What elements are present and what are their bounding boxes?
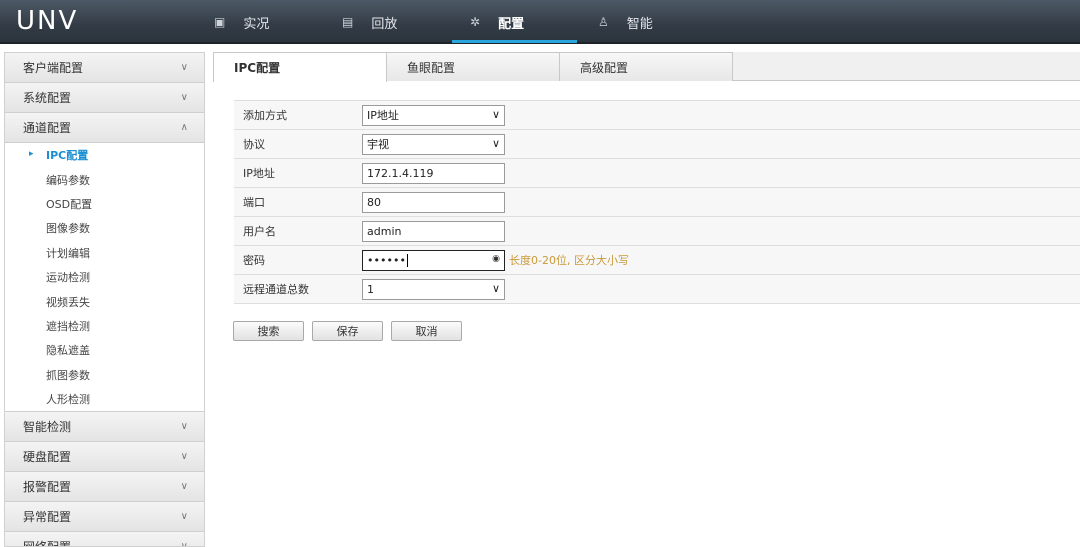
nav-live[interactable]: ▣ 实况 bbox=[214, 0, 269, 44]
sidebar-section-label: 报警配置 bbox=[23, 480, 72, 495]
port-input[interactable]: 80 bbox=[362, 191, 505, 213]
chevron-down-icon: ∨ bbox=[180, 511, 188, 523]
chevron-down-icon: ∨ bbox=[180, 421, 188, 433]
chevron-down-icon: ∨ bbox=[491, 107, 500, 121]
gear-icon: ✲ bbox=[470, 15, 481, 29]
sidebar: 客户端配置 ∨ 系统配置 ∨ 通道配置 ∧ ▸ IPC配置 编码参数 OSD配置… bbox=[4, 52, 205, 547]
top-bar: UNV ▣ 实况 ▤ 回放 ✲ 配置 ♙ 智能 bbox=[0, 0, 1080, 44]
sidebar-section-network[interactable]: 网络配置 ∨ bbox=[5, 532, 204, 547]
chevron-up-icon: ∧ bbox=[180, 122, 188, 133]
sidebar-item-snapshot[interactable]: 抓图参数 bbox=[5, 363, 204, 387]
sidebar-item-label: IPC配置 bbox=[46, 149, 89, 163]
nav-config[interactable]: ✲ 配置 bbox=[470, 0, 524, 44]
tab-ipc-config[interactable]: IPC配置 bbox=[213, 52, 387, 82]
sidebar-item-encoding[interactable]: 编码参数 bbox=[5, 167, 204, 191]
sidebar-item-schedule[interactable]: 计划编辑 bbox=[5, 241, 204, 265]
add-mode-select[interactable]: IP地址 ∨ bbox=[362, 104, 505, 126]
remote-channels-select[interactable]: 1 ∨ bbox=[362, 278, 505, 300]
sidebar-section-label: 异常配置 bbox=[23, 510, 72, 525]
nav-smart[interactable]: ♙ 智能 bbox=[598, 0, 653, 44]
cancel-button[interactable]: 取消 bbox=[391, 321, 462, 341]
sidebar-item-image[interactable]: 图像参数 bbox=[5, 216, 204, 240]
ipc-config-form: 添加方式 IP地址 ∨ 协议 宇视 ∨ IP地址 172.1.4.119 端口 … bbox=[234, 100, 1080, 304]
sidebar-item-privacy[interactable]: 隐私遮盖 bbox=[5, 338, 204, 362]
nav-playback-label: 回放 bbox=[371, 16, 398, 32]
sidebar-section-exception[interactable]: 异常配置 ∨ bbox=[5, 502, 204, 533]
username-label: 用户名 bbox=[243, 225, 276, 238]
monitor-icon: ▣ bbox=[214, 15, 226, 29]
password-label: 密码 bbox=[243, 254, 265, 267]
chevron-down-icon: ∨ bbox=[180, 92, 188, 103]
tab-fisheye-config[interactable]: 鱼眼配置 bbox=[387, 52, 560, 81]
sidebar-section-label: 网络配置 bbox=[23, 538, 71, 546]
eye-icon[interactable]: ◉ bbox=[492, 254, 500, 264]
nav-config-label: 配置 bbox=[498, 16, 525, 32]
tab-advanced-config[interactable]: 高级配置 bbox=[560, 52, 733, 81]
sidebar-section-label: 系统配置 bbox=[23, 91, 72, 105]
sidebar-section-label: 智能检测 bbox=[23, 420, 72, 435]
protocol-value: 宇视 bbox=[367, 138, 389, 151]
text-cursor bbox=[406, 253, 408, 267]
sidebar-item-human[interactable]: 人形检测 bbox=[5, 387, 204, 411]
remote-channels-value: 1 bbox=[367, 282, 374, 296]
ip-label: IP地址 bbox=[243, 167, 275, 180]
sidebar-item-tamper[interactable]: 遮挡检测 bbox=[5, 314, 204, 338]
nav-playback[interactable]: ▤ 回放 bbox=[342, 0, 397, 44]
sidebar-section-smart-detect[interactable]: 智能检测 ∨ bbox=[5, 412, 204, 443]
caret-right-icon: ▸ bbox=[29, 149, 34, 159]
form-row-username: 用户名 admin bbox=[234, 217, 1080, 246]
password-hint: 长度0-20位, 区分大小写 bbox=[509, 254, 629, 267]
sidebar-item-osd[interactable]: OSD配置 bbox=[5, 192, 204, 216]
remote-channels-label: 远程通道总数 bbox=[243, 283, 309, 296]
form-row-port: 端口 80 bbox=[234, 188, 1080, 217]
playback-icon: ▤ bbox=[342, 15, 354, 29]
tab-bar: IPC配置 鱼眼配置 高级配置 bbox=[213, 52, 1080, 82]
sidebar-item-ipc-config[interactable]: ▸ IPC配置 bbox=[5, 143, 204, 167]
username-input[interactable]: admin bbox=[362, 220, 505, 242]
sidebar-section-channel-config[interactable]: 通道配置 ∧ bbox=[5, 113, 204, 143]
protocol-select[interactable]: 宇视 ∨ bbox=[362, 133, 505, 155]
save-button[interactable]: 保存 bbox=[312, 321, 383, 341]
sidebar-item-video-loss[interactable]: 视频丢失 bbox=[5, 289, 204, 313]
form-row-add-mode: 添加方式 IP地址 ∨ bbox=[234, 101, 1080, 130]
nav-smart-label: 智能 bbox=[626, 16, 653, 32]
sidebar-section-label: 客户端配置 bbox=[23, 61, 84, 75]
form-buttons: 搜索 保存 取消 bbox=[233, 321, 470, 341]
active-nav-indicator bbox=[452, 40, 577, 43]
chevron-down-icon: ∨ bbox=[180, 541, 188, 547]
chevron-down-icon: ∨ bbox=[491, 281, 500, 295]
add-mode-label: 添加方式 bbox=[243, 109, 287, 122]
add-mode-value: IP地址 bbox=[367, 109, 399, 122]
chevron-down-icon: ∨ bbox=[180, 451, 188, 463]
nav-live-label: 实况 bbox=[243, 16, 270, 32]
brand-logo: UNV bbox=[16, 6, 79, 36]
port-label: 端口 bbox=[243, 196, 265, 209]
sidebar-section-label: 硬盘配置 bbox=[23, 450, 72, 465]
form-row-remote-channels: 远程通道总数 1 ∨ bbox=[234, 275, 1080, 304]
chevron-down-icon: ∨ bbox=[180, 481, 188, 493]
chevron-down-icon: ∨ bbox=[491, 136, 500, 150]
sidebar-item-motion[interactable]: 运动检测 bbox=[5, 265, 204, 289]
chevron-down-icon: ∨ bbox=[180, 62, 188, 73]
protocol-label: 协议 bbox=[243, 138, 265, 151]
sidebar-section-disk[interactable]: 硬盘配置 ∨ bbox=[5, 442, 204, 473]
ip-address-input[interactable]: 172.1.4.119 bbox=[362, 162, 505, 184]
password-value: •••••• bbox=[367, 253, 406, 267]
sidebar-section-alarm[interactable]: 报警配置 ∨ bbox=[5, 472, 204, 503]
form-row-ip: IP地址 172.1.4.119 bbox=[234, 159, 1080, 188]
sidebar-section-system-config[interactable]: 系统配置 ∨ bbox=[5, 83, 204, 113]
sidebar-section-client-config[interactable]: 客户端配置 ∨ bbox=[5, 53, 204, 83]
form-row-protocol: 协议 宇视 ∨ bbox=[234, 130, 1080, 159]
main-content: IPC配置 鱼眼配置 高级配置 添加方式 IP地址 ∨ 协议 宇视 ∨ IP地址… bbox=[213, 52, 1080, 547]
form-row-password: 密码 •••••• ◉ 长度0-20位, 区分大小写 bbox=[234, 246, 1080, 275]
sidebar-section-label: 通道配置 bbox=[23, 121, 72, 135]
password-input[interactable]: •••••• ◉ bbox=[362, 249, 505, 271]
search-button[interactable]: 搜索 bbox=[233, 321, 304, 341]
channel-config-list: ▸ IPC配置 编码参数 OSD配置 图像参数 计划编辑 运动检测 视频丢失 遮… bbox=[5, 143, 204, 413]
person-icon: ♙ bbox=[598, 15, 609, 29]
